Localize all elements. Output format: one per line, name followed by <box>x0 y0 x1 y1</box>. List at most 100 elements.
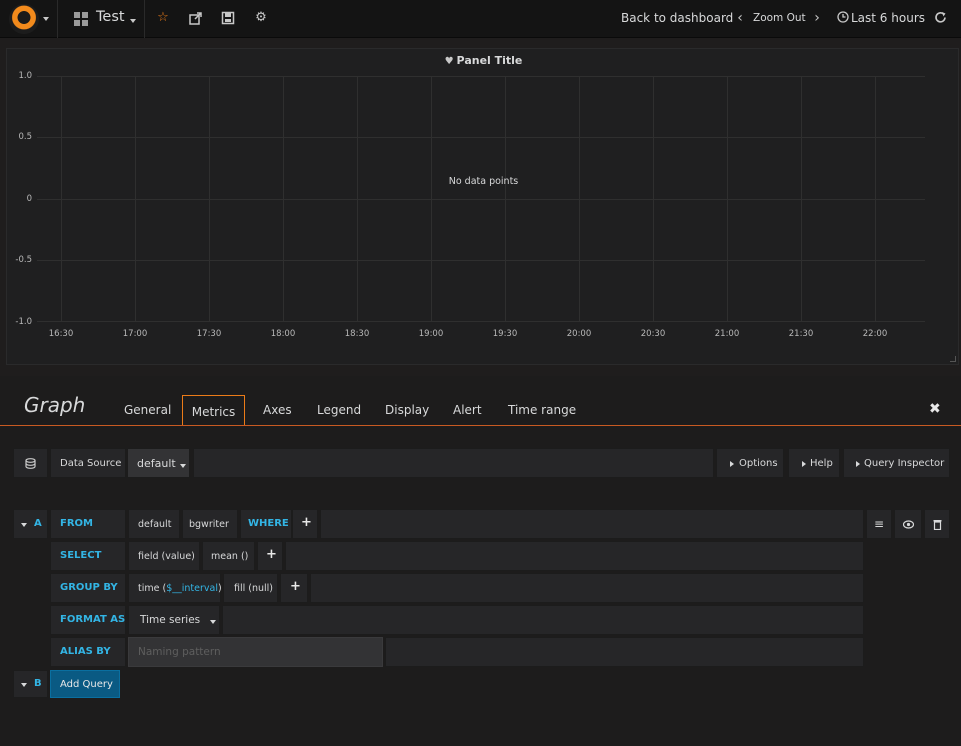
time-interval-segment[interactable]: time ($__interval) <box>128 573 222 603</box>
caret-down-icon <box>21 523 27 527</box>
tab-time-range[interactable]: Time range <box>508 403 576 417</box>
tab-axes[interactable]: Axes <box>263 403 292 417</box>
graph-panel: ♥ Panel Title 1.0 0.5 0 -0.5 -1.0 16:30 1… <box>6 48 959 365</box>
dashboard-title: Test <box>96 9 125 25</box>
share-icon[interactable] <box>189 11 203 25</box>
plus-icon: + <box>301 515 312 530</box>
caret-down-icon <box>180 464 186 468</box>
back-to-dashboard-link[interactable]: Back to dashboard <box>621 11 733 25</box>
refresh-icon[interactable] <box>933 11 947 25</box>
time-range-picker[interactable]: Last 6 hours <box>851 11 925 25</box>
datasource-label: Data Source <box>60 458 122 469</box>
caret-down-icon <box>210 620 216 624</box>
save-icon[interactable] <box>221 11 235 25</box>
grid-line <box>209 76 210 322</box>
measurement-segment[interactable]: bgwriter <box>182 509 238 539</box>
tab-legend[interactable]: Legend <box>317 403 361 417</box>
alias-row-filler <box>385 637 864 667</box>
panel-resize-handle[interactable] <box>950 356 956 362</box>
grid-line <box>431 76 432 322</box>
tab-metrics[interactable]: Metrics <box>182 395 245 425</box>
caret-right-icon <box>730 461 734 467</box>
groupby-label-box: GROUP BY <box>50 573 126 603</box>
grid-line <box>37 321 925 322</box>
x-tick-label: 19:00 <box>418 329 444 339</box>
grid-line <box>801 76 802 322</box>
toggle-visibility-button[interactable] <box>894 509 922 539</box>
query-menu-button[interactable]: ≡ <box>866 509 892 539</box>
y-tick-label: -1.0 <box>15 317 32 327</box>
format-select[interactable]: Time series <box>128 605 220 635</box>
add-query-button[interactable]: Add Query <box>50 670 120 698</box>
x-tick-label: 16:30 <box>48 329 74 339</box>
grafana-menu-button[interactable] <box>0 0 58 38</box>
add-select-button[interactable]: + <box>257 541 283 571</box>
dashboard-grid-icon <box>74 12 88 26</box>
x-tick-label: 22:00 <box>862 329 888 339</box>
x-tick-label: 17:30 <box>196 329 222 339</box>
caret-down-icon <box>21 683 27 687</box>
grid-line <box>61 76 62 322</box>
grid-line <box>727 76 728 322</box>
caret-right-icon <box>802 461 806 467</box>
grid-line <box>37 76 925 77</box>
editor-title: Graph <box>24 393 86 417</box>
select-label-box: SELECT <box>50 541 126 571</box>
database-icon <box>25 458 36 469</box>
plus-icon: + <box>290 579 301 594</box>
query-a-toggle[interactable]: A <box>13 509 48 539</box>
grafana-logo-icon <box>9 4 39 34</box>
datasource-select[interactable]: default <box>127 448 190 478</box>
where-label-box: WHERE <box>240 509 292 539</box>
query-b-toggle[interactable]: B <box>13 670 48 698</box>
select-row-filler <box>285 541 864 571</box>
grid-line <box>283 76 284 322</box>
caret-down-icon <box>130 19 136 23</box>
x-tick-label: 19:30 <box>492 329 518 339</box>
tab-alert[interactable]: Alert <box>453 403 482 417</box>
query-inspector-button[interactable]: Query Inspector <box>843 448 950 478</box>
caret-down-icon <box>43 17 49 21</box>
chevron-right-icon[interactable]: › <box>810 11 824 25</box>
groupby-row-filler <box>310 573 864 603</box>
grid-line <box>37 137 925 138</box>
panel-title[interactable]: ♥ Panel Title <box>7 54 960 67</box>
plus-icon: + <box>266 547 277 562</box>
chevron-left-icon[interactable]: ‹ <box>733 11 747 25</box>
settings-gear-icon[interactable]: ⚙ <box>254 11 268 25</box>
datasource-label-box: Data Source <box>50 448 126 478</box>
y-tick-label: 1.0 <box>18 71 32 81</box>
grid-line <box>357 76 358 322</box>
query-ref-a: A <box>34 518 42 529</box>
close-editor-icon[interactable]: ✖ <box>929 401 941 417</box>
retention-policy-segment[interactable]: default <box>128 509 180 539</box>
grid-line <box>37 260 925 261</box>
clock-icon <box>836 11 850 25</box>
datasource-filler <box>193 448 714 478</box>
trash-icon <box>933 520 942 530</box>
y-tick-label: -0.5 <box>15 255 32 265</box>
delete-query-button[interactable] <box>924 509 950 539</box>
y-tick-label: 0.5 <box>18 132 32 142</box>
x-tick-label: 21:30 <box>788 329 814 339</box>
alias-input[interactable]: Naming pattern <box>128 637 383 667</box>
help-button[interactable]: Help <box>788 448 840 478</box>
grid-line <box>505 76 506 322</box>
heart-icon: ♥ <box>444 56 454 67</box>
tab-general[interactable]: General <box>124 403 171 417</box>
field-segment[interactable]: field (value) <box>128 541 200 571</box>
zoom-out-button[interactable]: Zoom Out <box>753 12 806 24</box>
x-tick-label: 21:00 <box>714 329 740 339</box>
x-tick-label: 17:00 <box>122 329 148 339</box>
aggregation-segment[interactable]: mean () <box>202 541 255 571</box>
datasource-value: default <box>137 457 176 470</box>
star-icon[interactable]: ☆ <box>156 11 170 25</box>
tab-display[interactable]: Display <box>385 403 429 417</box>
add-groupby-button[interactable]: + <box>280 573 308 603</box>
add-where-button[interactable]: + <box>292 509 318 539</box>
dashboard-picker[interactable]: Test <box>59 0 145 38</box>
format-row-filler <box>222 605 864 635</box>
format-label-box: FORMAT AS <box>50 605 126 635</box>
fill-segment[interactable]: fill (null) <box>223 573 278 603</box>
options-button[interactable]: Options <box>716 448 784 478</box>
